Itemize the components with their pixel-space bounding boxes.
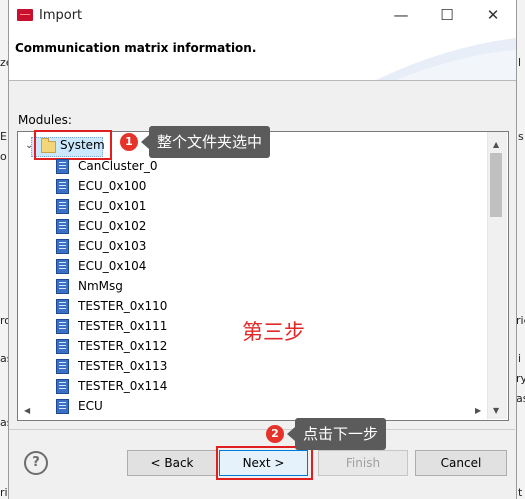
scroll-down-icon[interactable]: ▼ xyxy=(493,406,499,415)
file-icon xyxy=(56,399,69,414)
tree-item-label: ECU_0x100 xyxy=(78,179,147,193)
tree-item-label: TESTER_0x110 xyxy=(78,299,168,313)
close-button[interactable]: ✕ xyxy=(470,0,516,32)
file-icon xyxy=(56,279,69,294)
footer-separator xyxy=(9,429,515,430)
finish-button: Finish xyxy=(318,450,408,476)
tree-item-label: TESTER_0x113 xyxy=(78,359,168,373)
tree-item-label: ECU_0x103 xyxy=(78,239,147,253)
file-icon xyxy=(56,239,69,254)
scrollbar-thumb[interactable] xyxy=(490,153,502,217)
step1-pointer xyxy=(141,135,149,149)
scroll-right-icon[interactable]: ▶ xyxy=(475,406,481,415)
tree-item-label: NmMsg xyxy=(78,279,123,293)
file-icon xyxy=(56,339,69,354)
tree-item-label: ECU_0x101 xyxy=(78,199,147,213)
help-button[interactable]: ? xyxy=(24,451,48,475)
tree-item-label: TESTER_0x112 xyxy=(78,339,168,353)
back-button[interactable]: < Back xyxy=(127,450,217,476)
background-text: t xyxy=(518,486,523,499)
window-title: Import xyxy=(39,8,83,23)
file-icon xyxy=(56,199,69,214)
minimize-button[interactable]: — xyxy=(378,0,424,32)
file-icon xyxy=(56,159,69,174)
tree-item-label: ECU_0x104 xyxy=(78,259,147,273)
file-icon xyxy=(56,379,69,394)
tree-item-label: CanCluster_0 xyxy=(78,159,158,173)
background-text: ries xyxy=(516,314,525,327)
background-text: o xyxy=(0,150,7,163)
background-text: ry xyxy=(516,372,525,385)
step2-badge: 2 xyxy=(266,425,284,443)
background-text: as xyxy=(516,392,525,405)
folder-icon xyxy=(41,138,56,153)
background-text: E xyxy=(0,130,7,143)
file-icon xyxy=(56,259,69,274)
scroll-up-icon[interactable]: ▲ xyxy=(493,140,499,149)
background-text: s xyxy=(518,130,524,143)
background-text: l xyxy=(518,56,522,69)
file-icon xyxy=(56,179,69,194)
background-text: i xyxy=(518,352,522,365)
file-icon xyxy=(56,359,69,374)
file-icon xyxy=(56,299,69,314)
cancel-button[interactable]: Cancel xyxy=(415,450,507,476)
file-icon xyxy=(56,219,69,234)
page-title: Communication matrix information. xyxy=(15,41,257,55)
step3-label: 第三步 xyxy=(242,320,305,344)
file-icon xyxy=(56,319,69,334)
tree-item-label: ECU_0x102 xyxy=(78,219,147,233)
app-icon xyxy=(17,9,33,21)
modules-label: Modules: xyxy=(18,113,72,127)
maximize-button[interactable]: ☐ xyxy=(424,0,470,32)
tree-item-label: TESTER_0x111 xyxy=(78,319,168,333)
step2-pointer xyxy=(287,427,295,441)
scroll-left-icon[interactable]: ◀ xyxy=(24,406,30,415)
step1-callout: 整个文件夹选中 xyxy=(149,126,271,158)
step1-badge: 1 xyxy=(120,133,138,151)
title-bar[interactable]: Import — ☐ ✕ xyxy=(9,0,516,32)
tree-item-label: ECU xyxy=(78,399,103,413)
highlight-box-next xyxy=(216,446,313,480)
wizard-header: Communication matrix information. xyxy=(9,32,516,81)
tree-item-label: TESTER_0x114 xyxy=(78,379,168,393)
header-decoration-icon xyxy=(376,38,516,80)
step2-callout: 点击下一步 xyxy=(295,418,387,450)
tree-item-system-label: System xyxy=(60,138,105,152)
